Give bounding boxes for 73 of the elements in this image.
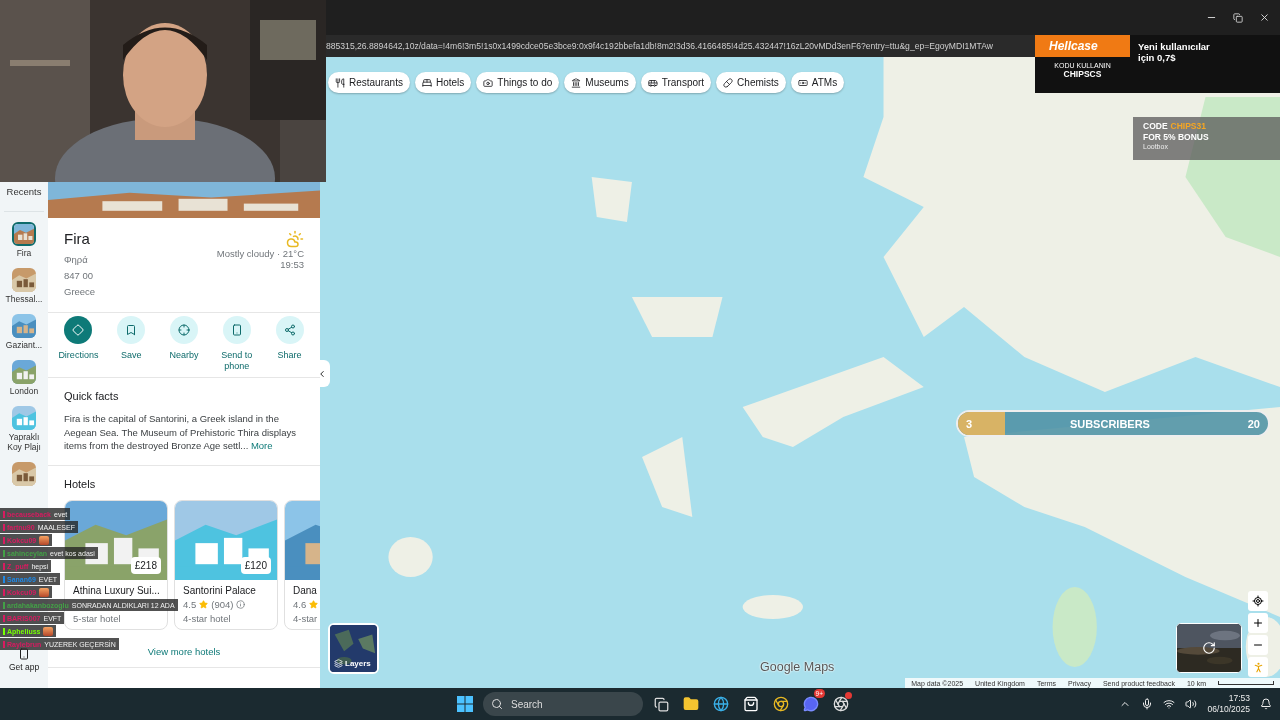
phone-icon — [230, 324, 243, 336]
hotel-class: 4-star — [293, 612, 319, 624]
hotel-class: 4-star hotel — [183, 612, 232, 624]
recent-place[interactable]: London — [1, 360, 47, 396]
chrome-icon — [773, 696, 789, 712]
more-link[interactable]: More — [250, 440, 273, 451]
bag-icon — [743, 696, 759, 712]
recent-place-label: Gaziant... — [5, 340, 43, 350]
weather-text: Mostly cloudy · 21°C — [216, 248, 304, 259]
rating-value: 4.5 — [183, 598, 197, 610]
windows-stack-icon — [653, 696, 669, 712]
recent-place-label: Yapraklı Koy Plajı — [6, 432, 42, 452]
rail-title: Recents — [4, 186, 44, 212]
directions-button[interactable]: Directions — [54, 316, 103, 372]
clock-date: 06/10/2025 — [1207, 704, 1250, 715]
hotel-name: Dana — [293, 584, 318, 596]
chat-bubble-icon — [803, 696, 819, 712]
notification-dot — [845, 692, 852, 699]
close-icon[interactable] — [1259, 12, 1270, 23]
description: Fira is the capital of Santorini, a Greek island in the Aegean Sea. The Museum of Prehistoric Thira displays items from the destroyed Bronze Age settl... More — [64, 412, 297, 453]
search-placeholder: Search — [511, 698, 543, 710]
folder-icon — [683, 696, 699, 712]
recent-place[interactable]: Yapraklı Koy Plajı — [1, 406, 47, 452]
section-title: Quick facts — [64, 390, 120, 402]
rating-value: 4.6 — [293, 598, 307, 610]
emote-icon — [39, 587, 50, 597]
recent-place-label: London — [9, 386, 39, 396]
mic-icon[interactable] — [1141, 698, 1154, 710]
windows-icon — [457, 696, 473, 712]
ad-brand: Hellcase — [1035, 35, 1130, 57]
hotel-card[interactable]: £120 Santorini Palace 4.5 (904) 4-star hotel — [174, 499, 278, 630]
native-name: Φηρά — [64, 253, 89, 267]
directions-icon — [72, 324, 85, 336]
weather-icon — [286, 230, 304, 248]
clock-time: 17:53 — [1228, 693, 1250, 704]
recent-place-label: Thessal... — [5, 294, 43, 304]
globe-icon — [713, 696, 729, 712]
share-button[interactable]: Share — [265, 316, 314, 372]
emote-icon — [43, 626, 54, 636]
hotel-class: 5-star hotel — [73, 612, 122, 624]
hotel-name: Athina Luxury Sui... — [73, 584, 159, 596]
nearby-button[interactable]: Nearby — [160, 316, 208, 372]
bookmark-icon — [125, 324, 138, 336]
nearby-icon — [178, 324, 190, 336]
local-time: 19:53 — [280, 259, 304, 270]
save-button[interactable]: Save — [107, 316, 156, 372]
star-icon — [199, 599, 209, 609]
place-name: Fira — [64, 230, 91, 247]
review-count: (904) — [211, 598, 234, 610]
send-button[interactable]: Send to phone — [212, 316, 261, 372]
emote-icon — [39, 535, 50, 545]
postcode: 847 00 — [64, 269, 95, 283]
section-title: Hotels — [64, 477, 97, 490]
recent-place[interactable]: Fira — [1, 222, 47, 258]
notification-icon[interactable] — [1260, 698, 1272, 710]
hotel-name: Santorini Palace — [183, 584, 257, 596]
restore-icon[interactable] — [1233, 12, 1243, 23]
get-app-button[interactable]: Get app — [8, 648, 40, 672]
star-icon — [309, 599, 319, 609]
view-more-link[interactable]: View more hotels — [147, 645, 221, 657]
recent-place[interactable]: Gaziant... — [1, 314, 47, 350]
wifi-icon[interactable] — [1163, 698, 1176, 710]
recent-place[interactable]: Thessal... — [1, 268, 47, 304]
country: Greece — [64, 285, 96, 299]
search-field[interactable]: Search — [483, 692, 643, 716]
search-icon — [491, 698, 503, 710]
aperture-icon — [833, 696, 849, 712]
ad-headline: Yeni kullanıcılar — [1138, 41, 1211, 52]
get-app-label: Get app — [8, 662, 40, 672]
info-icon — [236, 599, 246, 609]
volume-icon[interactable] — [1185, 698, 1198, 710]
share-icon — [283, 324, 296, 336]
recent-place-label: Fira — [16, 248, 32, 258]
